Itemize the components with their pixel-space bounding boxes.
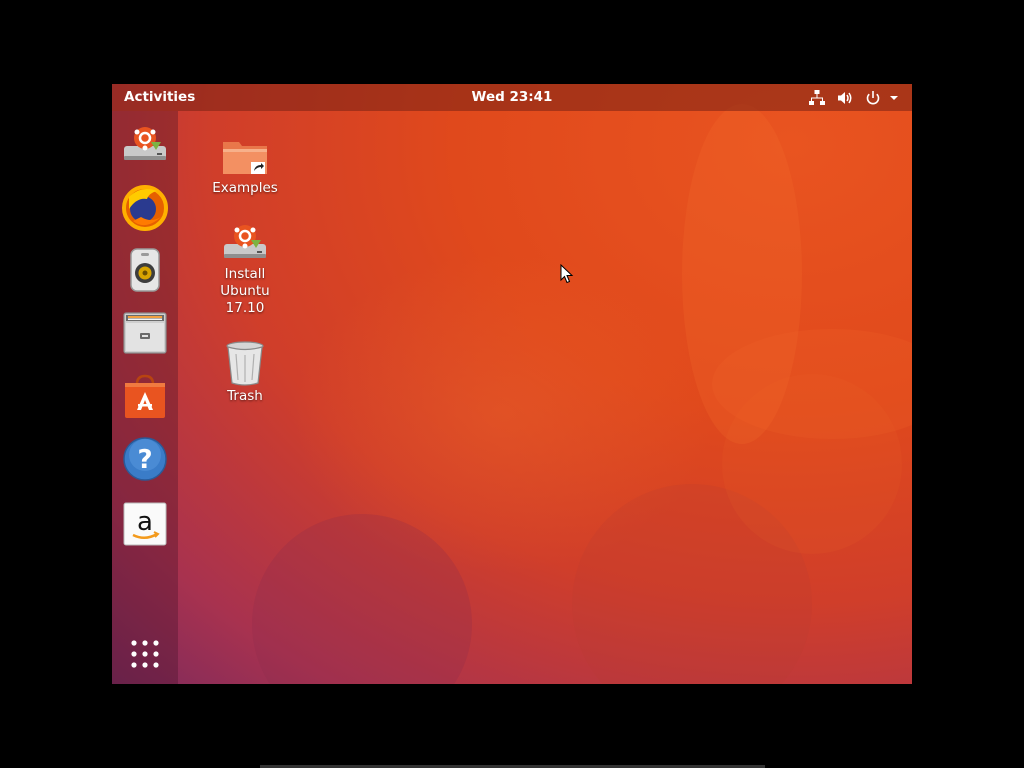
- desktop-icon-label: Install Ubuntu 17.10: [220, 266, 270, 316]
- network-icon[interactable]: [808, 89, 826, 107]
- system-tray: [798, 89, 900, 107]
- dock-item-help[interactable]: ?: [121, 435, 169, 483]
- power-icon[interactable]: [864, 89, 882, 107]
- top-bar: Activities Wed 23:41: [112, 84, 912, 111]
- dock-item-amazon[interactable]: a: [121, 500, 169, 548]
- installer-icon: [224, 225, 266, 258]
- desktop-icon-label: Examples: [212, 180, 278, 196]
- dock-item-files[interactable]: [121, 309, 169, 357]
- speaker-icon: [130, 248, 160, 292]
- desktop-icon-label: Trash: [227, 388, 263, 404]
- volume-icon[interactable]: [836, 89, 854, 107]
- installer-icon: [124, 127, 166, 160]
- chevron-down-icon[interactable]: [888, 89, 900, 107]
- app-grid-icon: [131, 640, 159, 668]
- dock: ? a: [112, 111, 178, 684]
- folder-link-icon: [223, 142, 267, 174]
- svg-text:?: ?: [137, 445, 152, 475]
- dock-item-rhythmbox[interactable]: [121, 246, 169, 294]
- show-applications-button[interactable]: [121, 630, 169, 678]
- question-icon: ?: [123, 437, 167, 481]
- clock-button[interactable]: Wed 23:41: [472, 89, 553, 105]
- desktop-icon-trash[interactable]: Trash: [205, 340, 285, 405]
- dock-item-firefox[interactable]: [121, 183, 169, 231]
- desktop-icon-install-ubuntu[interactable]: Install Ubuntu 17.10: [205, 220, 285, 317]
- mouse-cursor-icon: [560, 264, 574, 284]
- svg-text:a: a: [137, 507, 153, 537]
- desktop-screen: Activities Wed 23:41 ? a Examples Instal…: [112, 84, 912, 684]
- desktop-icon-examples[interactable]: Examples: [205, 134, 285, 197]
- file-cabinet-icon: [123, 312, 167, 354]
- software-bag-icon: [125, 374, 165, 418]
- clock-area: Wed 23:41: [112, 89, 912, 105]
- firefox-icon: [122, 185, 168, 231]
- trash-icon: [226, 341, 264, 386]
- dock-item-ubuntu-software[interactable]: [121, 372, 169, 420]
- dock-item-install-ubuntu[interactable]: [121, 120, 169, 168]
- amazon-icon: a: [123, 502, 167, 546]
